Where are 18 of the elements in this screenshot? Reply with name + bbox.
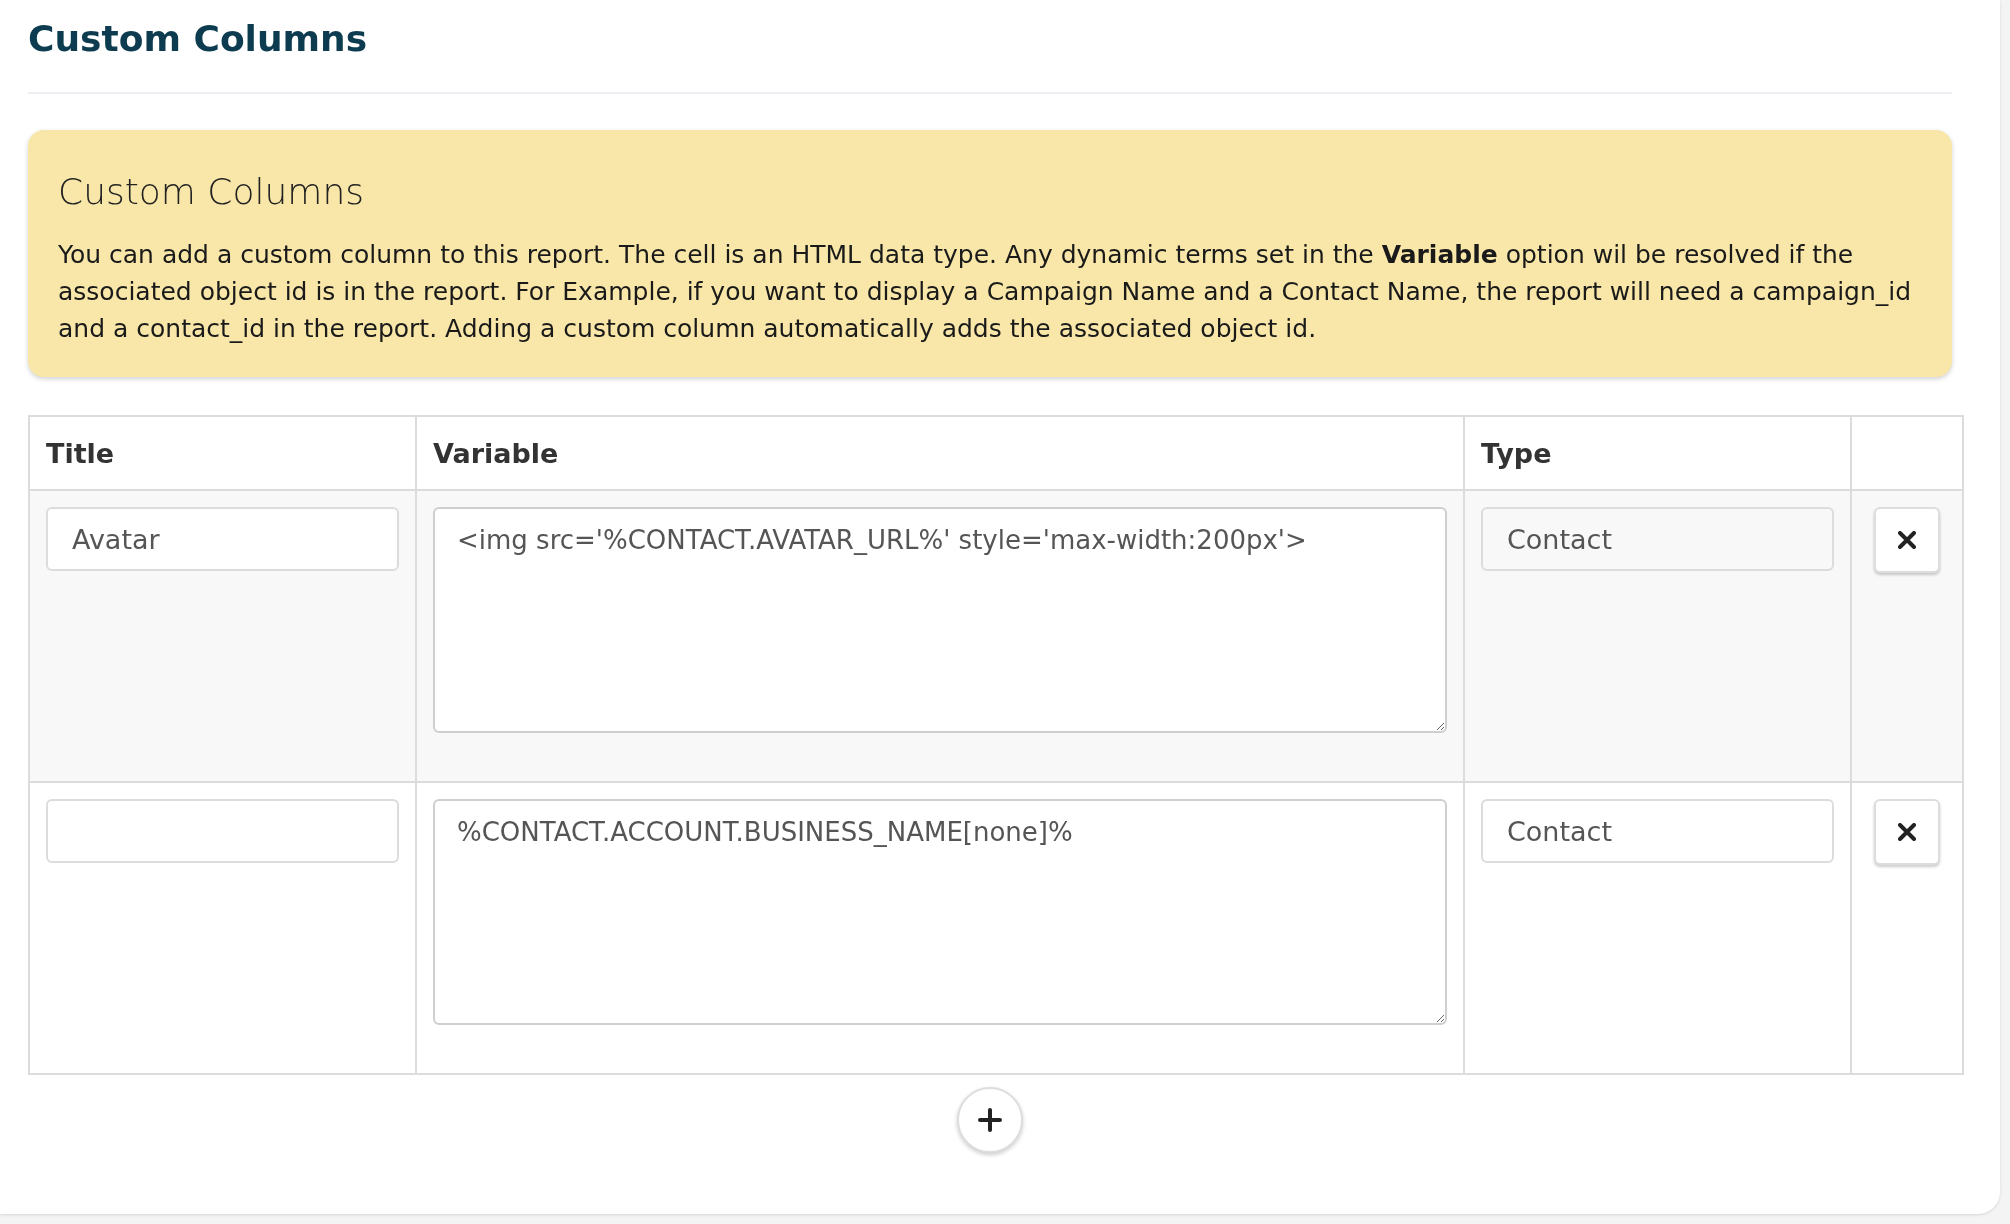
variable-field[interactable]: <img src='%CONTACT.AVATAR_URL%' style='max-width:200px'>	[433, 507, 1447, 733]
type-field[interactable]: Contact	[1481, 799, 1834, 863]
notice-text: You can add a custom column to this report. The cell is an HTML data type. Any dynamic terms set in the Variable option wil be resolved if the associated object id is in the report. For Example, if you want to display a Campaign Name and a Contact Name, the report will need a campaign_id and a contact_id in the report. Adding a custom column automatically adds the associated object id.	[58, 239, 1913, 345]
notice-heading: Custom Columns	[58, 170, 365, 214]
column-header: Variable	[416, 416, 1464, 490]
remove-button[interactable]	[1874, 799, 1940, 865]
close-icon	[1898, 823, 1916, 841]
column-header: Title	[29, 416, 416, 490]
remove-button[interactable]	[1874, 507, 1940, 573]
title-field[interactable]: Avatar	[46, 507, 399, 571]
add-row-button[interactable]	[957, 1087, 1023, 1153]
title-field[interactable]	[46, 799, 399, 863]
page-title: Custom Columns	[28, 17, 369, 61]
column-header: Type	[1464, 416, 1851, 490]
close-icon	[1898, 531, 1916, 549]
type-field[interactable]: Contact	[1481, 507, 1834, 571]
plus-icon	[978, 1108, 1002, 1132]
variable-field[interactable]: %CONTACT.ACCOUNT.BUSINESS_NAME[none]%	[433, 799, 1447, 1025]
